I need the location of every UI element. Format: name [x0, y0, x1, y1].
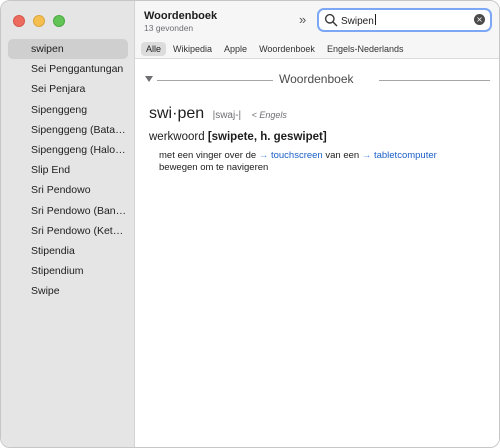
headword: swi·pen	[149, 105, 205, 122]
list-item[interactable]: Swipe	[8, 281, 128, 301]
toolbar: Woordenboek 13 gevonden » Swipen × Alle …	[135, 1, 499, 59]
cross-reference-arrow-icon: →	[258, 150, 271, 161]
section-title: Woordenboek	[279, 72, 354, 86]
tab-wikipedia[interactable]: Wikipedia	[168, 42, 217, 56]
tab-alle[interactable]: Alle	[141, 42, 167, 56]
dictionary-window: swipen Sei Penggantungan Sei Penjara Sip…	[0, 0, 500, 448]
part-of-speech: werkwoord	[149, 131, 205, 143]
disclosure-triangle-icon[interactable]	[145, 76, 153, 82]
list-item[interactable]: Sri Pendowo	[8, 180, 128, 200]
cross-reference-arrow-icon: →	[361, 150, 374, 161]
section-header[interactable]: Woordenboek	[145, 72, 490, 87]
divider	[379, 80, 490, 81]
link-touchscreen[interactable]: touchscreen	[271, 150, 323, 161]
list-item[interactable]: Sipenggeng	[8, 100, 128, 120]
list-item[interactable]: Sri Pendowo (Keta…	[8, 221, 128, 241]
list-item[interactable]: Sipenggeng (Batan…	[8, 120, 128, 140]
list-item-swipen[interactable]: swipen	[8, 39, 128, 60]
tab-engels-nederlands[interactable]: Engels-Nederlands	[322, 42, 409, 56]
chevron-right-icon[interactable]: »	[299, 12, 306, 27]
tab-apple[interactable]: Apple	[219, 42, 252, 56]
definition-text: van een	[322, 150, 362, 161]
pronunciation: |swaj-|	[212, 110, 242, 121]
result-count: 13 gevonden	[144, 23, 194, 33]
definition-text: bewegen om te navigeren	[159, 162, 269, 173]
list-item[interactable]: Stipendium	[8, 261, 128, 281]
close-window-button[interactable]	[13, 15, 25, 27]
search-icon	[324, 13, 338, 27]
search-input[interactable]: Swipen	[341, 14, 376, 27]
scope-tabs: Alle Wikipedia Apple Woordenboek Engels-…	[141, 42, 408, 56]
list-item[interactable]: Sei Penjara	[8, 79, 128, 99]
clear-search-icon[interactable]: ×	[474, 14, 485, 25]
window-controls	[13, 15, 65, 27]
inflected-forms: [swipete, h. geswipet]	[207, 131, 327, 143]
list-item[interactable]: Sei Penggantungan	[8, 59, 128, 79]
zoom-window-button[interactable]	[53, 15, 65, 27]
list-item[interactable]: Slip End	[8, 160, 128, 180]
search-field[interactable]: Swipen ×	[317, 8, 492, 32]
link-tabletcomputer[interactable]: tabletcomputer	[374, 150, 437, 161]
list-item[interactable]: Sri Pendowo (Band…	[8, 201, 128, 221]
etymology: < Engels	[251, 110, 287, 120]
definition-text: met een vinger over de	[159, 150, 259, 161]
app-title: Woordenboek	[144, 10, 218, 22]
entry-content: Woordenboek swi·pen |swaj-| < Engels wer…	[135, 59, 499, 447]
definition: met een vinger over de → touchscreen van…	[159, 150, 489, 174]
divider	[157, 80, 273, 81]
sidebar: swipen Sei Penggantungan Sei Penjara Sip…	[1, 1, 135, 447]
minimize-window-button[interactable]	[33, 15, 45, 27]
results-list: swipen Sei Penggantungan Sei Penjara Sip…	[8, 39, 128, 301]
list-item[interactable]: Sipenggeng (Halon…	[8, 140, 128, 160]
part-of-speech-line: werkwoord [swipete, h. geswipet]	[149, 131, 327, 143]
tab-woordenboek[interactable]: Woordenboek	[254, 42, 320, 56]
list-item[interactable]: Stipendia	[8, 241, 128, 261]
headword-line: swi·pen |swaj-| < Engels	[149, 105, 287, 123]
